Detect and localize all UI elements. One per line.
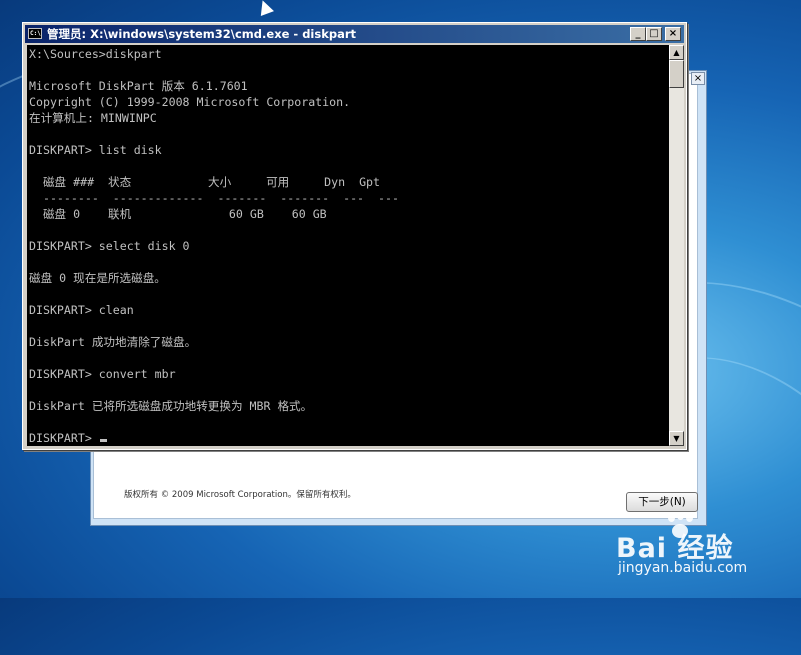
console-output[interactable]: X:\Sources>diskpart Microsoft DiskPart 版… [27, 45, 669, 446]
minimize-button[interactable]: _ [630, 27, 646, 41]
console-line: 磁盘 0 现在是所选磁盘。 [29, 271, 166, 285]
console-line: Microsoft DiskPart 版本 6.1.7601 [29, 79, 248, 93]
console-line: 磁盘 0 联机 60 GB 60 GB [29, 207, 327, 221]
console-line: 磁盘 ### 状态 大小 可用 Dyn Gpt [29, 175, 381, 189]
watermark-url: jingyan.baidu.com [618, 560, 748, 576]
scroll-up-icon[interactable]: ▲ [669, 45, 684, 60]
maximize-button[interactable]: □ [646, 27, 662, 41]
console-line: 在计算机上: MINWINPC [29, 111, 157, 125]
close-button[interactable]: × [665, 27, 681, 41]
baidu-watermark: Bai 经验 jingyan.baidu.com [612, 510, 792, 580]
window-title: 管理员: X:\windows\system32\cmd.exe - diskp… [47, 27, 357, 41]
vertical-scrollbar[interactable]: ▲ ▼ [669, 45, 684, 446]
copyright-text: 版权所有 © 2009 Microsoft Corporation。保留所有权利… [124, 490, 356, 500]
console-icon: C:\ [28, 28, 42, 39]
console-line: DISKPART> convert mbr [29, 367, 176, 381]
text-caret [99, 439, 107, 442]
console-line: -------- ------------- ------- ------- -… [29, 191, 399, 205]
cmd-title-bar[interactable]: C:\ 管理员: X:\windows\system32\cmd.exe - d… [25, 25, 684, 43]
prompt-text: DISKPART> [29, 431, 99, 445]
console-line: X:\Sources>diskpart [29, 47, 162, 61]
setup-close-button[interactable]: × [691, 72, 705, 85]
console-line: DISKPART> select disk 0 [29, 239, 190, 253]
console-line: Copyright (C) 1999-2008 Microsoft Corpor… [29, 95, 351, 109]
console-line: DISKPART> list disk [29, 143, 162, 157]
next-button[interactable]: 下一步(N) [626, 492, 698, 512]
console-line: DiskPart 已将所选磁盘成功地转更换为 MBR 格式。 [29, 399, 313, 413]
scrollbar-thumb[interactable] [669, 60, 684, 88]
scroll-down-icon[interactable]: ▼ [669, 431, 684, 446]
console-line: DISKPART> clean [29, 303, 134, 317]
cmd-window: C:\ 管理员: X:\windows\system32\cmd.exe - d… [22, 22, 687, 450]
prompt-line[interactable]: DISKPART> [29, 430, 107, 446]
mouse-pointer-icon [256, 0, 274, 16]
console-line: DiskPart 成功地清除了磁盘。 [29, 335, 197, 349]
